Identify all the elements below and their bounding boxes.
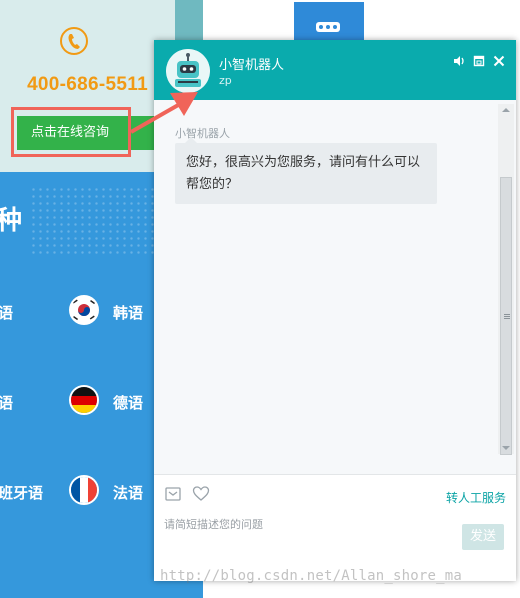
language-item[interactable]: 语 [0,302,13,323]
highlight-box [11,107,131,157]
germany-flag-icon [69,385,99,415]
message-input[interactable] [164,516,449,556]
restore-window-icon[interactable] [472,54,486,68]
language-item-korean[interactable]: 韩语 [113,302,143,323]
bot-name: 小智机器人 [219,58,285,73]
chat-header: 小智机器人 zp [154,40,516,100]
phone-icon [60,27,88,55]
language-item-german[interactable]: 德语 [113,392,143,413]
language-item[interactable]: 语 [0,392,13,413]
scroll-up-icon[interactable] [502,108,510,112]
speaker-icon[interactable] [452,54,466,68]
message-list: 小智机器人 您好，很高兴为您服务，请问有什么可以帮您的？ [154,100,516,474]
screenshot-icon[interactable] [164,485,182,503]
chat-window: 小智机器人 zp 小智机器人 您好，很高兴为您服务，请问有什么可以帮您的？ 转人… [154,40,516,581]
korea-flag-icon [69,295,99,325]
scroll-down-icon[interactable] [502,446,510,450]
message-scrollbar[interactable] [498,104,514,455]
hotline-number: 400-686-5511 [27,74,148,95]
chat-toolbar: 转人工服务 [154,474,516,512]
france-flag-icon [69,475,99,505]
watermark: http://blog.csdn.net/Allan_shore_ma [160,568,463,584]
close-icon[interactable] [492,54,506,68]
language-item-spanish[interactable]: 班牙语 [0,482,43,503]
ellipsis-icon [316,22,340,32]
transfer-to-agent-link[interactable]: 转人工服务 [446,489,506,506]
section-heading: 种 [0,206,23,236]
world-map-decoration [30,186,160,256]
scroll-thumb[interactable] [500,177,512,455]
bot-subtitle: zp [219,74,232,87]
heart-icon[interactable] [192,485,210,503]
message-sender: 小智机器人 [175,127,230,140]
robot-avatar [166,49,210,93]
send-button[interactable]: 发送 [462,524,504,550]
language-item-french[interactable]: 法语 [113,482,143,503]
chat-launcher-button[interactable] [294,2,364,42]
message-bubble: 您好，很高兴为您服务，请问有什么可以帮您的？ [175,137,437,204]
